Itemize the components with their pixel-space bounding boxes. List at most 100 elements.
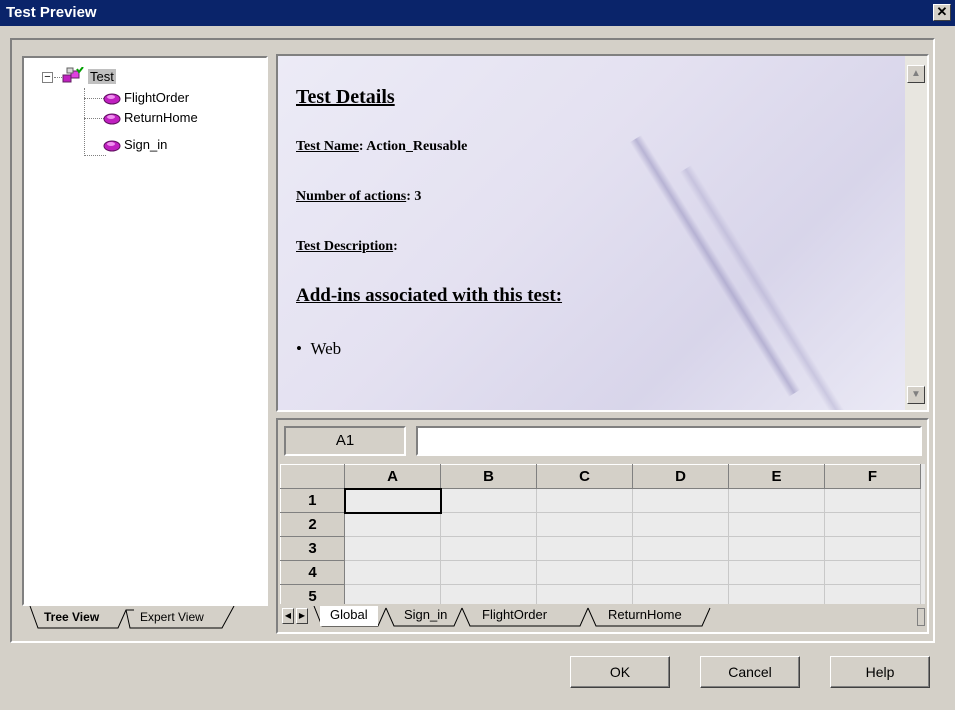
cell[interactable]: [824, 512, 921, 537]
column-header[interactable]: D: [632, 464, 729, 489]
cell-reference: A1: [284, 426, 406, 456]
corner-cell[interactable]: [280, 464, 345, 489]
right-arrow-icon: ▶: [298, 611, 306, 620]
bullet-icon: •: [296, 339, 302, 358]
formula-input[interactable]: [416, 426, 922, 456]
tree-item-returnhome[interactable]: ReturnHome: [124, 109, 198, 127]
cell[interactable]: [536, 584, 633, 604]
description-field: Test Description:: [296, 239, 562, 255]
preview-content: Test Details Test Name: Action_Reusable …: [296, 86, 562, 359]
cell[interactable]: [728, 512, 825, 537]
row-header[interactable]: 2: [280, 512, 345, 537]
action-icon: [103, 93, 121, 105]
cell[interactable]: [536, 488, 633, 513]
cell[interactable]: [440, 512, 537, 537]
cell[interactable]: [728, 488, 825, 513]
scroll-up-icon: ▲: [911, 68, 921, 79]
cell[interactable]: [632, 560, 729, 585]
cell[interactable]: [728, 584, 825, 604]
sheet-prev-button[interactable]: ◀: [282, 608, 294, 624]
left-arrow-icon: ◀: [284, 611, 292, 620]
table-row: 4: [280, 560, 921, 585]
tree-item-flightorder[interactable]: FlightOrder: [124, 89, 189, 107]
cell[interactable]: [632, 488, 729, 513]
addin-item: • Web: [296, 339, 562, 359]
scroll-up-button[interactable]: ▲: [907, 65, 925, 83]
collapse-icon[interactable]: −: [42, 72, 53, 83]
sheet-tab-sign-in[interactable]: Sign_in: [394, 606, 457, 626]
data-table: A1 A B C D E F 1 2 3 4 5 ◀ ▶ Global Sign…: [276, 418, 929, 634]
test-tree[interactable]: − Test FlightOrder ReturnHome Sign_in: [22, 56, 268, 606]
cell[interactable]: [440, 488, 537, 513]
column-header[interactable]: B: [440, 464, 537, 489]
ok-button[interactable]: OK: [570, 656, 670, 688]
row-header[interactable]: 5: [280, 584, 345, 604]
num-actions-label: Number of actions: [296, 189, 407, 204]
cell[interactable]: [632, 584, 729, 604]
addins-heading: Add-ins associated with this test:: [296, 285, 563, 306]
cell[interactable]: [824, 536, 921, 561]
column-header[interactable]: C: [536, 464, 633, 489]
cancel-button[interactable]: Cancel: [700, 656, 800, 688]
cell[interactable]: [824, 488, 921, 513]
table-row: 2: [280, 512, 921, 537]
tree-root-test[interactable]: Test: [88, 68, 116, 86]
num-actions-value: : 3: [406, 189, 422, 204]
sheet-tabs: ◀ ▶ Global Sign_in FlightOrder ReturnHom…: [280, 606, 925, 628]
column-header[interactable]: A: [344, 464, 441, 489]
tree-root-label: Test: [88, 69, 116, 84]
cell[interactable]: [536, 536, 633, 561]
cell[interactable]: [536, 560, 633, 585]
cell[interactable]: [440, 584, 537, 604]
details-heading: Test Details: [296, 86, 395, 108]
cell-a1[interactable]: [343, 487, 442, 514]
cell[interactable]: [440, 560, 537, 585]
cell[interactable]: [344, 584, 441, 604]
num-actions-field: Number of actions: 3: [296, 189, 562, 205]
background-decoration: [679, 165, 851, 410]
sheet-tab-global[interactable]: Global: [320, 606, 378, 626]
tree-line: [54, 77, 62, 78]
cell[interactable]: [824, 560, 921, 585]
action-icon: [103, 113, 121, 125]
row-header[interactable]: 1: [280, 488, 345, 513]
cell[interactable]: [344, 536, 441, 561]
window-title: Test Preview: [6, 4, 97, 21]
cell[interactable]: [536, 512, 633, 537]
row-header[interactable]: 4: [280, 560, 345, 585]
sheet-next-button[interactable]: ▶: [296, 608, 308, 624]
cell[interactable]: [728, 536, 825, 561]
cell[interactable]: [344, 512, 441, 537]
sheet-tab-flightorder[interactable]: FlightOrder: [472, 606, 557, 626]
test-name-label: Test Name: [296, 139, 359, 154]
cell[interactable]: [824, 584, 921, 604]
tree-item-sign-in[interactable]: Sign_in: [124, 136, 167, 154]
tree-item-label: FlightOrder: [124, 90, 190, 105]
help-button[interactable]: Help: [830, 656, 930, 688]
description-label: Test Description: [296, 239, 394, 254]
sheet-tab-returnhome[interactable]: ReturnHome: [598, 606, 692, 626]
table-row: 3: [280, 536, 921, 561]
cell[interactable]: [440, 536, 537, 561]
row-header[interactable]: 3: [280, 536, 345, 561]
close-button[interactable]: ✕: [933, 4, 951, 21]
horizontal-scrollbar[interactable]: [917, 608, 925, 626]
preview-scrollbar[interactable]: ▲ ▼: [905, 56, 927, 410]
column-header[interactable]: F: [824, 464, 921, 489]
test-name-value: : Action_Reusable: [358, 139, 468, 154]
title-bar: Test Preview ✕: [0, 0, 955, 26]
cell[interactable]: [632, 512, 729, 537]
scroll-down-button[interactable]: ▼: [907, 386, 925, 404]
tree-pane: − Test FlightOrder ReturnHome Sign_in Tr…: [22, 46, 268, 634]
cell[interactable]: [344, 560, 441, 585]
spreadsheet-grid: A B C D E F 1 2 3 4 5: [280, 464, 925, 604]
cell[interactable]: [632, 536, 729, 561]
tree-item-label: Sign_in: [124, 137, 168, 152]
addin-label: Web: [310, 339, 342, 358]
column-header[interactable]: E: [728, 464, 825, 489]
cell[interactable]: [728, 560, 825, 585]
spreadsheet: A B C D E F 1 2 3 4 5: [280, 464, 921, 604]
tab-expert-view[interactable]: Expert View: [130, 606, 214, 630]
tab-tree-view[interactable]: Tree View: [34, 606, 109, 630]
test-details-preview: Test Details Test Name: Action_Reusable …: [276, 54, 929, 412]
